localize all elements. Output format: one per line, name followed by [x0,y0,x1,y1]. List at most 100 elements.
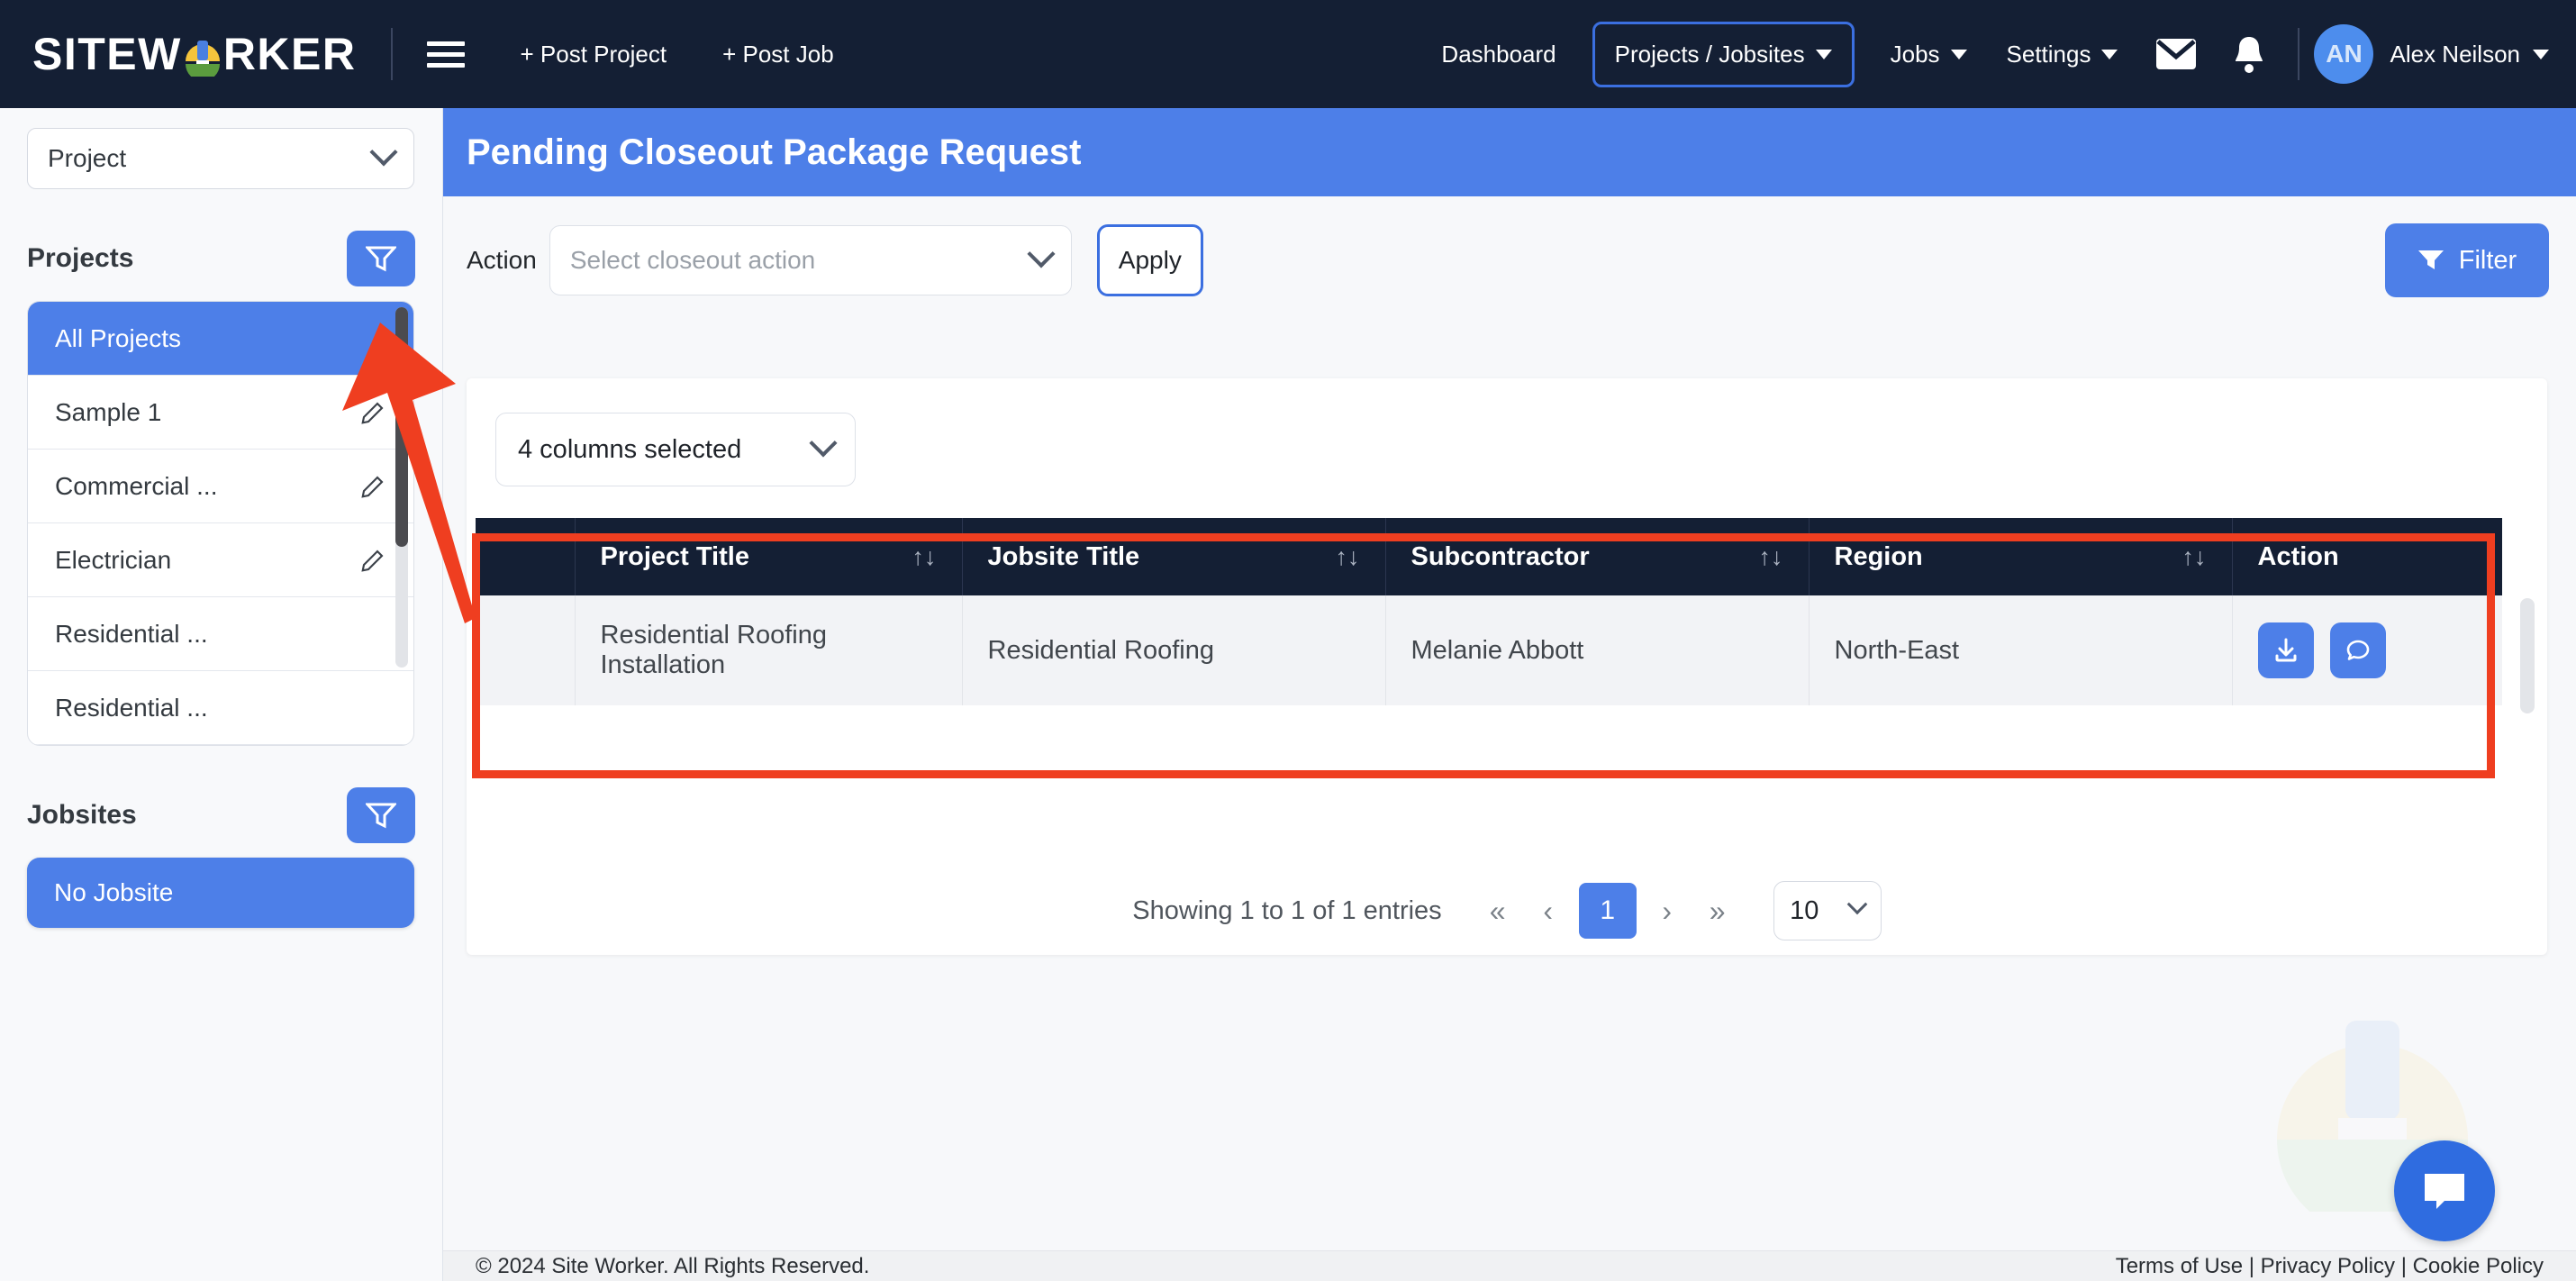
th-subcontractor[interactable]: Subcontractor ↑↓ [1385,518,1810,595]
pagination-first[interactable]: « [1473,895,1523,928]
nav-link-jobs[interactable]: Jobs [1891,41,1967,68]
funnel-icon [2417,250,2444,269]
table-vertical-scrollbar[interactable] [2520,598,2535,713]
nav-link-projects-jobsites[interactable]: Projects / Jobsites [1592,21,1855,87]
th-project-title[interactable]: Project Title ↑↓ [575,518,963,595]
table-row[interactable]: Residential Roofing Installation Residen… [476,595,2502,705]
footer-links: Terms of Use | Privacy Policy | Cookie P… [2116,1254,2544,1279]
hamburger-icon[interactable] [426,41,465,68]
action-toolbar: Action Select closeout action Apply Filt… [443,196,2576,324]
cell-project-title: Residential Roofing Installation [575,595,963,705]
edit-pencil-icon[interactable] [359,399,386,426]
footer-link-terms[interactable]: Terms of Use [2116,1254,2243,1278]
chevron-down-icon [1027,240,1056,268]
footer: © 2024 Site Worker. All Rights Reserved.… [443,1250,2576,1281]
chevron-down-icon [809,429,838,458]
sort-icon[interactable]: ↑↓ [912,543,937,571]
filter-button-label: Filter [2458,245,2517,275]
pagination-page-1[interactable]: 1 [1578,883,1637,939]
cell-jobsite-title: Residential Roofing [962,595,1386,705]
th-action: Action [2257,541,2339,571]
footer-link-cookie[interactable]: Cookie Policy [2413,1254,2544,1278]
entity-type-select[interactable]: Project [27,128,414,189]
chevron-down-icon [369,138,398,167]
projects-list-scrollbar[interactable] [395,307,408,668]
footer-copyright: © 2024 Site Worker. All Rights Reserved. [476,1253,870,1278]
brand-logo-text: SITEW RKER [32,28,357,80]
user-menu[interactable]: Alex Neilson [2390,41,2549,68]
post-job-button[interactable]: + Post Job [722,41,834,68]
comment-button[interactable] [2329,622,2386,678]
nav-right-group: Dashboard Projects / Jobsites Jobs Setti… [1421,21,2576,87]
user-name-label: Alex Neilson [2390,40,2520,68]
projects-title: Projects [27,243,134,273]
nav-divider [390,28,393,80]
sort-icon[interactable]: ↑↓ [2182,543,2207,571]
project-item-label: Electrician [55,545,172,574]
chat-bubble-icon [2425,1174,2464,1209]
envelope-icon[interactable] [2155,38,2197,70]
filter-button[interactable]: Filter [2385,223,2549,297]
table-header-row: Project Title ↑↓ Jobsite Title ↑↓ Subcon… [476,518,2502,595]
th-region[interactable]: Region ↑↓ [1809,518,2233,595]
cell-region: North-East [1809,595,2233,705]
nav-link-dashboard[interactable]: Dashboard [1441,41,1556,68]
entity-type-value: Project [48,144,127,172]
nav-link-settings[interactable]: Settings [2007,41,2118,68]
project-item-label: Residential ... [55,693,208,722]
jobsites-filter-button[interactable] [347,787,415,843]
bell-icon[interactable] [2233,35,2265,73]
sort-icon[interactable]: ↑↓ [1759,543,1783,571]
projects-section-header: Projects [27,231,415,286]
jobsite-item-no-jobsite[interactable]: No Jobsite [27,858,414,928]
cell-subcontractor: Melanie Abbott [1385,595,1810,705]
chevron-down-icon [1846,894,1868,915]
pagination-last[interactable]: » [1692,895,1743,928]
pagination-prev[interactable]: ‹ [1523,895,1574,928]
th-select [476,518,576,595]
jobsites-title: Jobsites [27,800,137,830]
nav-label-jobs: Jobs [1890,40,1940,68]
pagination-next[interactable]: › [1642,895,1692,928]
nav-label-projects-jobsites: Projects / Jobsites [1614,40,1805,68]
avatar[interactable]: AN [2314,24,2374,84]
columns-select[interactable]: 4 columns selected [495,413,856,486]
funnel-icon [366,246,396,272]
project-item-label: Residential ... [55,619,208,648]
chat-widget-button[interactable] [2394,1140,2495,1241]
footer-link-privacy[interactable]: Privacy Policy [2261,1254,2395,1278]
edit-pencil-icon[interactable] [359,547,386,574]
nav-divider-right [2298,28,2300,80]
project-item-residential-2[interactable]: Residential ... [28,671,413,745]
app-root: SITEW RKER + Post Project + Post Job Das… [0,0,2576,1281]
jobsite-item-label: No Jobsite [54,878,174,906]
projects-list: All Projects Sample 1 Commercial ... Ele… [27,301,414,746]
footer-separator: | [2400,1253,2413,1278]
th-jobsite-title[interactable]: Jobsite Title ↑↓ [962,518,1386,595]
pagination: Showing 1 to 1 of 1 entries « ‹ 1 › » 10 [467,869,2547,952]
per-page-select[interactable]: 10 [1773,881,1882,940]
main-content: Pending Closeout Package Request Action … [443,108,2576,1281]
sort-icon[interactable]: ↑↓ [1336,543,1360,571]
apply-button[interactable]: Apply [1096,224,1203,296]
project-item-sample-1[interactable]: Sample 1 [28,376,413,450]
post-project-button[interactable]: + Post Project [521,41,667,68]
page-title-banner: Pending Closeout Package Request [443,108,2576,196]
project-item-commercial[interactable]: Commercial ... [28,450,413,523]
project-item-electrician[interactable]: Electrician [28,523,413,597]
table-head: Project Title ↑↓ Jobsite Title ↑↓ Subcon… [476,518,2502,595]
closeout-requests-table: Project Title ↑↓ Jobsite Title ↑↓ Subcon… [476,518,2502,705]
brand-logo[interactable]: SITEW RKER [0,28,427,80]
projects-filter-button[interactable] [347,231,415,286]
closeout-action-placeholder: Select closeout action [569,246,816,274]
download-button[interactable] [2257,622,2314,678]
edit-pencil-icon[interactable] [359,473,386,500]
cell-select[interactable] [476,595,576,705]
nav-label-settings: Settings [2006,40,2091,68]
page-title: Pending Closeout Package Request [467,132,1082,172]
project-item-residential-1[interactable]: Residential ... [28,597,413,671]
table-card: 4 columns selected Project Title ↑↓ Jobs… [467,378,2547,955]
project-item-all-projects[interactable]: All Projects [28,302,413,376]
download-icon [2275,638,2296,662]
closeout-action-select[interactable]: Select closeout action [549,225,1072,295]
